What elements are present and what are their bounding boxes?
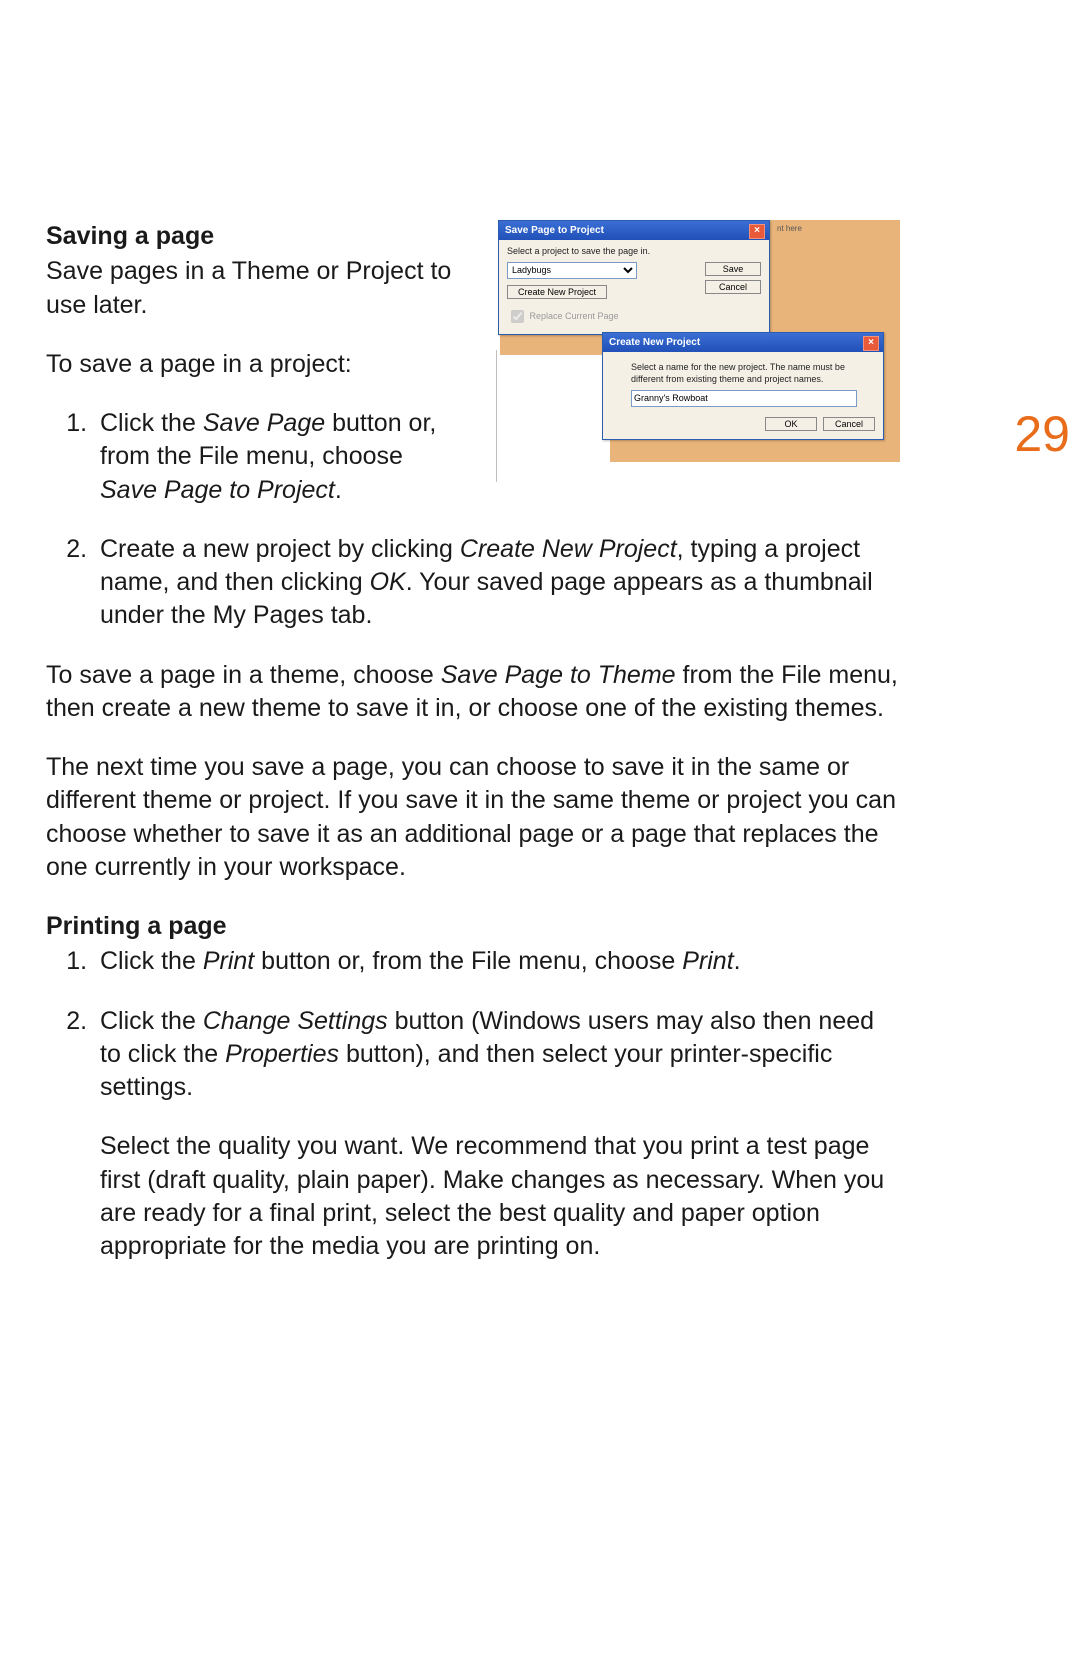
- close-icon[interactable]: ×: [863, 336, 879, 351]
- heading-printing: Printing a page: [46, 910, 900, 943]
- replace-page-label: Replace Current Page: [530, 311, 619, 321]
- dialog2-prompt: Select a name for the new project. The n…: [631, 362, 875, 386]
- dialog2-title: Create New Project: [609, 336, 700, 349]
- create-new-project-dialog: Create New Project × Select a name for t…: [602, 332, 884, 440]
- next-time-paragraph: The next time you save a page, you can c…: [46, 751, 900, 884]
- project-name-input[interactable]: [631, 390, 857, 407]
- cancel-button[interactable]: Cancel: [823, 417, 875, 431]
- manual-page: 29 nt here Save Page to Project ×: [0, 0, 1080, 1660]
- create-new-project-button[interactable]: Create New Project: [507, 285, 607, 299]
- print-step-2: Click the Change Settings button (Window…: [94, 1005, 900, 1264]
- close-icon[interactable]: ×: [749, 224, 765, 239]
- replace-page-checkbox[interactable]: [511, 310, 524, 323]
- dialog1-prompt: Select a project to save the page in.: [507, 246, 761, 258]
- ok-button[interactable]: OK: [765, 417, 817, 431]
- project-select[interactable]: Ladybugs: [507, 262, 637, 279]
- save-page-dialog: Save Page to Project × Select a project …: [498, 220, 770, 335]
- theme-paragraph: To save a page in a theme, choose Save P…: [46, 659, 900, 726]
- save-step-2: Create a new project by clicking Create …: [94, 533, 900, 633]
- cancel-button[interactable]: Cancel: [705, 280, 761, 294]
- content-column: nt here Save Page to Project × Select a …: [46, 220, 900, 1263]
- print-step-1: Click the Print button or, from the File…: [94, 945, 900, 978]
- dialog1-title: Save Page to Project: [505, 224, 604, 237]
- page-number: 29: [1014, 405, 1070, 463]
- save-button[interactable]: Save: [705, 262, 761, 276]
- bg-snippet-text: nt here: [777, 224, 802, 235]
- dialog-screenshot-figure: nt here Save Page to Project × Select a …: [482, 220, 900, 482]
- print-quality-note: Select the quality you want. We recommen…: [100, 1130, 900, 1263]
- print-steps-list: Click the Print button or, from the File…: [46, 945, 900, 1263]
